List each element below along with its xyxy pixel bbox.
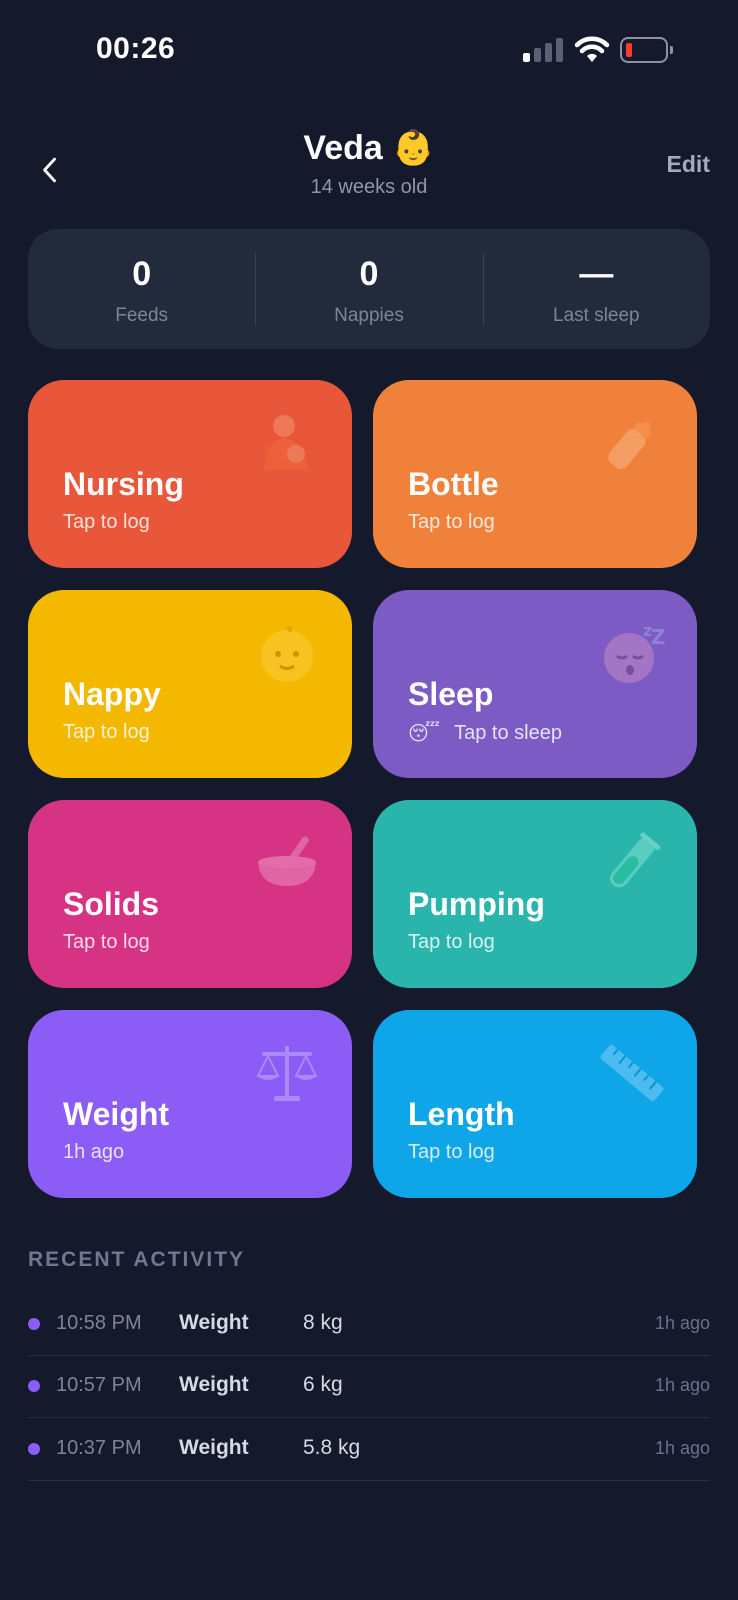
nursing-icon [254, 410, 320, 476]
activity-dot [28, 1318, 40, 1330]
activity-time: 10:58 PM [56, 1312, 142, 1334]
bottle-tile[interactable]: Bottle Tap to log [373, 380, 697, 568]
daily-summary-card: 0 Feeds 0 Nappies — Last sleep [28, 229, 710, 349]
tile-title: Nursing [63, 466, 184, 502]
battery-icon [620, 37, 673, 63]
activity-value: 5.8 kg [303, 1436, 361, 1459]
summary-value: — [579, 255, 614, 293]
activity-row[interactable]: 10:57 PM Weight 6 kg 1h ago [28, 1356, 710, 1418]
tile-title: Nappy [63, 676, 161, 712]
summary-value: 0 [132, 255, 152, 293]
tile-title: Weight [63, 1096, 170, 1132]
tile-subtitle: Tap to log [408, 511, 495, 533]
activity-time: 10:57 PM [56, 1374, 142, 1396]
solids-tile[interactable]: Solids Tap to log [28, 800, 352, 988]
test-tube-icon [599, 830, 665, 896]
activity-value: 8 kg [303, 1311, 343, 1334]
pumping-tile[interactable]: Pumping Tap to log [373, 800, 697, 988]
activity-ago: 1h ago [654, 1438, 710, 1458]
status-time: 00:26 [96, 32, 176, 65]
ruler-icon [599, 1040, 665, 1106]
activity-type: Weight [179, 1373, 249, 1396]
tile-subtitle: 1h ago [63, 1141, 125, 1163]
activity-value: 6 kg [303, 1373, 343, 1396]
weight-tile[interactable]: Weight 1h ago [28, 1010, 352, 1198]
activity-type: Weight [179, 1436, 249, 1459]
activity-row[interactable]: 10:37 PM Weight 5.8 kg 1h ago [28, 1419, 710, 1481]
activity-ago: 1h ago [654, 1375, 710, 1395]
activity-time: 10:37 PM [56, 1437, 142, 1459]
nursing-tile[interactable]: Nursing Tap to log [28, 380, 352, 568]
summary-nappies: 0 Nappies [255, 229, 482, 349]
bowl-icon [254, 830, 320, 896]
activity-dot [28, 1380, 40, 1392]
tile-title: Pumping [408, 886, 545, 922]
summary-label: Nappies [334, 305, 404, 326]
summary-feeds: 0 Feeds [28, 229, 255, 349]
nappy-tile[interactable]: Nappy Tap to log [28, 590, 352, 778]
tile-subtitle-row: 😴 Tap to sleep [408, 721, 562, 746]
svg-text:Z: Z [651, 625, 665, 649]
activity-row[interactable]: 10:58 PM Weight 8 kg 1h ago [28, 1294, 710, 1356]
tile-subtitle: Tap to log [408, 931, 495, 953]
tile-subtitle: Tap to log [63, 511, 150, 533]
tile-title: Length [408, 1096, 515, 1132]
summary-value: 0 [359, 255, 379, 293]
cellular-signal-icon [523, 38, 563, 62]
baby-age: 14 weeks old [310, 176, 428, 198]
baby-face-icon [254, 620, 320, 686]
status-bar: 00:26 [0, 0, 738, 100]
sleep-tile[interactable]: zZ Sleep 😴 Tap to sleep [373, 590, 697, 778]
wifi-icon [574, 36, 610, 64]
summary-label: Last sleep [553, 305, 640, 326]
activity-dot [28, 1443, 40, 1455]
page-title: Veda 👶 [303, 129, 435, 167]
tile-subtitle: Tap to sleep [454, 722, 562, 744]
summary-last-sleep: — Last sleep [482, 229, 710, 349]
length-tile[interactable]: Length Tap to log [373, 1010, 697, 1198]
recent-activity-heading: RECENT ACTIVITY [28, 1248, 246, 1271]
activity-ago: 1h ago [654, 1313, 710, 1333]
bottle-icon [599, 410, 665, 476]
tile-title: Bottle [408, 466, 499, 502]
tile-subtitle: Tap to log [408, 1141, 495, 1163]
summary-label: Feeds [115, 305, 169, 326]
activity-type: Weight [179, 1311, 249, 1334]
tile-subtitle: Tap to log [63, 931, 150, 953]
sleeping-face-icon: zZ [599, 620, 666, 686]
scale-icon [254, 1040, 320, 1106]
sleeping-emoji-icon: 😴 [408, 723, 441, 745]
tile-title: Sleep [408, 676, 494, 712]
edit-button[interactable]: Edit [667, 151, 710, 178]
tile-subtitle: Tap to log [63, 721, 150, 743]
tile-title: Solids [63, 886, 160, 922]
